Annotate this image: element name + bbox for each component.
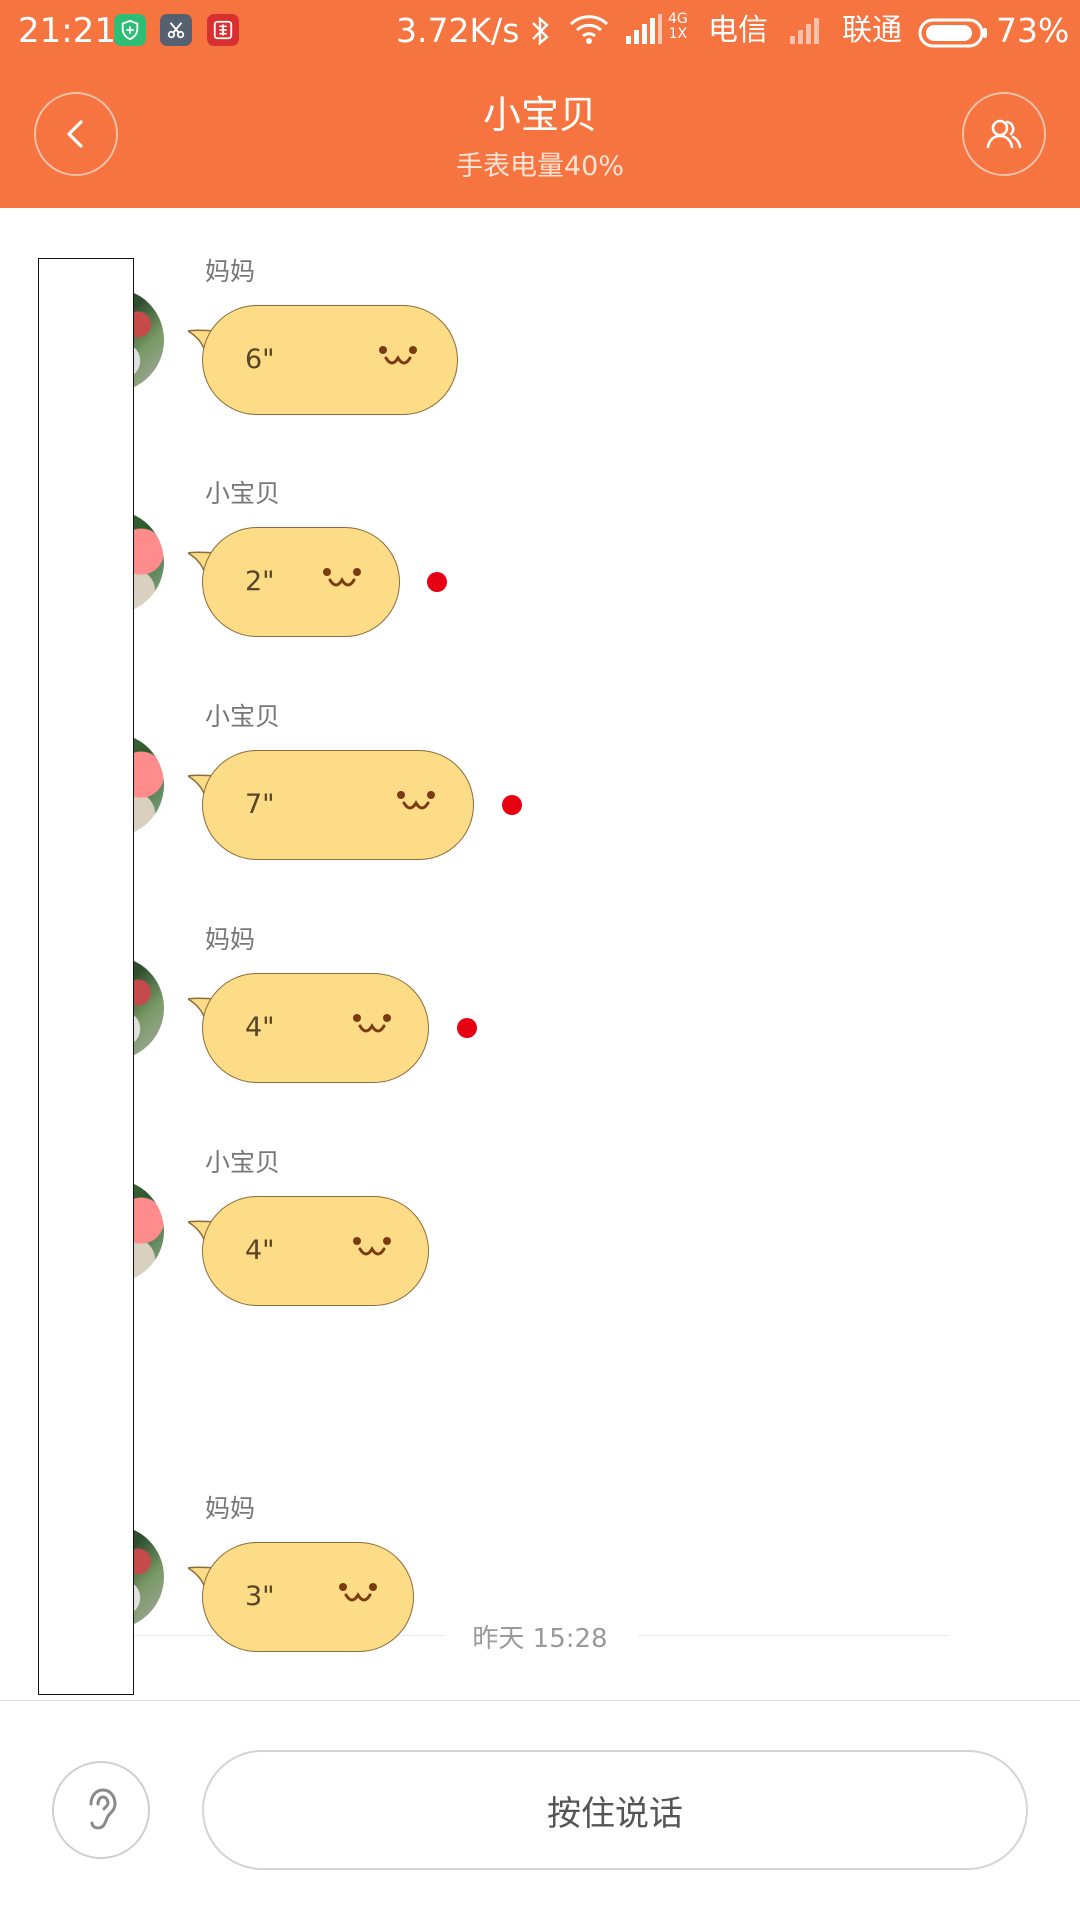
cute-face-icon [379, 346, 417, 365]
carrier-2: 联通 [842, 13, 902, 48]
unread-dot [502, 795, 522, 815]
battery-icon [918, 16, 988, 58]
voice-duration: 7" [245, 789, 275, 820]
battery-percent: 73% [996, 11, 1070, 50]
cute-face-icon [339, 1583, 377, 1602]
network-tag-top: 4G [668, 11, 688, 27]
members-button[interactable] [962, 92, 1046, 176]
voice-duration: 4" [245, 1012, 275, 1043]
sender-name: 小宝贝 [205, 479, 281, 508]
redaction-box [38, 258, 134, 1695]
unread-dot [427, 572, 447, 592]
voice-duration: 3" [245, 1581, 275, 1612]
page-title: 小宝贝 [482, 93, 597, 137]
zhi-app-icon [207, 14, 239, 46]
network-speed: 3.72K/s [396, 11, 520, 50]
list-item-voice-message: 小宝贝 2" [0, 479, 1080, 670]
ear-icon [89, 1788, 117, 1830]
app-root: 21:21 3.72K/s 4G 1X 电信 联通 73% 小宝贝 手表电量40… [0, 0, 1080, 1920]
voice-duration: 2" [245, 566, 275, 597]
nav-bar: 小宝贝 手表电量40% [0, 62, 1080, 208]
earpiece-mode-button[interactable] [52, 1761, 150, 1859]
cute-face-icon [323, 568, 361, 587]
voice-duration: 4" [245, 1235, 275, 1266]
group-members-icon [986, 119, 1022, 149]
sender-name: 妈妈 [205, 925, 256, 954]
bubble-body[interactable]: 4" [202, 973, 429, 1083]
cute-face-icon [397, 791, 435, 810]
bubble-body[interactable]: 2" [202, 527, 400, 637]
signal-icon-2 [788, 14, 824, 56]
top-bar: 21:21 3.72K/s 4G 1X 电信 联通 73% 小宝贝 手表电量40… [0, 0, 1080, 208]
bubble-body[interactable]: 3" [202, 1542, 414, 1652]
signal-icon-1 [624, 14, 664, 56]
network-tag-bottom: 1X [668, 26, 688, 42]
voice-duration: 6" [245, 344, 275, 375]
list-item-voice-message: 小宝贝 4" [0, 1148, 1080, 1339]
hold-to-talk-button[interactable]: 按住说话 [202, 1750, 1028, 1870]
input-bar: 按住说话 [0, 1700, 1080, 1920]
bubble-body[interactable]: 4" [202, 1196, 429, 1306]
unread-dot [457, 1018, 477, 1038]
chat-list[interactable]: 妈妈 6" 小宝贝 2" 小宝贝 7" 妈妈 4" 小宝贝 4" 昨天 15:2… [0, 208, 1080, 1700]
status-bar: 21:21 3.72K/s 4G 1X 电信 联通 73% [0, 0, 1080, 62]
network-type: 4G 1X [668, 12, 688, 54]
bubble-body[interactable]: 6" [202, 305, 458, 415]
list-item-voice-message: 妈妈 6" [0, 257, 1080, 448]
wifi-icon [568, 12, 610, 54]
list-item-voice-message: 妈妈 4" [0, 925, 1080, 1116]
list-item-voice-message: 小宝贝 7" [0, 702, 1080, 893]
list-item-voice-message: 妈妈 3" [0, 1494, 1080, 1685]
sender-name: 小宝贝 [205, 1148, 281, 1177]
cute-face-icon [353, 1237, 391, 1256]
bubble-body[interactable]: 7" [202, 750, 474, 860]
cute-face-icon [353, 1014, 391, 1033]
watch-battery-subtitle: 手表电量40% [455, 151, 624, 182]
shield-app-icon [114, 14, 146, 46]
carrier-1: 电信 [708, 13, 768, 48]
sender-name: 妈妈 [205, 257, 256, 286]
bluetooth-icon [528, 14, 552, 56]
sender-name: 妈妈 [205, 1494, 256, 1523]
status-time: 21:21 [18, 11, 116, 51]
sender-name: 小宝贝 [205, 702, 281, 731]
scissors-app-icon [160, 14, 192, 46]
